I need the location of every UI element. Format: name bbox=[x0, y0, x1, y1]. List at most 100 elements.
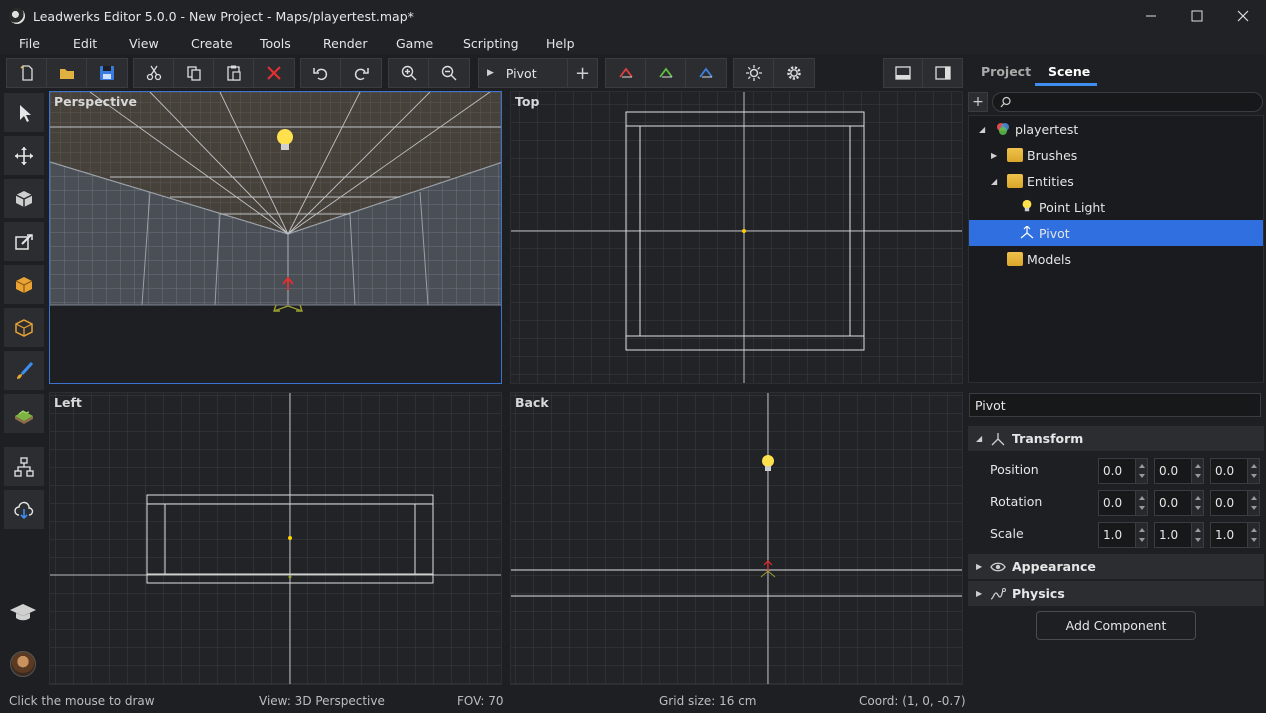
entity-type-dropdown[interactable]: ▶ Pivot + bbox=[478, 58, 598, 88]
menu-edit[interactable]: Edit bbox=[73, 36, 97, 51]
spin-arrows-icon[interactable] bbox=[1135, 491, 1147, 515]
download-button[interactable] bbox=[4, 490, 44, 530]
status-grid-size: Grid size: 16 cm bbox=[659, 694, 757, 708]
new-file-button[interactable] bbox=[7, 59, 47, 87]
redo-button[interactable] bbox=[341, 59, 381, 87]
spin-arrows-icon[interactable] bbox=[1191, 491, 1203, 515]
menu-help[interactable]: Help bbox=[546, 36, 575, 51]
vertex-tool-button[interactable] bbox=[4, 308, 44, 348]
terrain-tool-button[interactable] bbox=[4, 394, 44, 434]
add-entity-button[interactable]: + bbox=[567, 59, 597, 87]
title-bar: Leadwerks Editor 5.0.0 - New Project - M… bbox=[0, 0, 1266, 32]
zoom-in-button[interactable] bbox=[389, 59, 429, 87]
tool-strip bbox=[0, 90, 46, 690]
entity-name-input[interactable]: Pivot bbox=[969, 393, 1261, 417]
undo-icon bbox=[312, 68, 327, 81]
position-z-field[interactable]: 0.0 bbox=[1210, 458, 1260, 484]
pivot-marker-icon[interactable] bbox=[288, 575, 292, 579]
expand-arrow-icon[interactable]: ▶ bbox=[991, 151, 997, 160]
menu-tools[interactable]: Tools bbox=[260, 36, 291, 51]
edit-face-tool-button[interactable] bbox=[4, 222, 44, 262]
move-mode-button[interactable] bbox=[606, 59, 646, 87]
scale-y-field[interactable]: 1.0 bbox=[1154, 522, 1204, 548]
spin-arrows-icon[interactable] bbox=[1247, 523, 1259, 547]
scene-tree: ◢ playertest ▶ Brushes ◢ Entities Point … bbox=[968, 115, 1264, 383]
tree-item-point-light[interactable]: Point Light bbox=[969, 194, 1263, 220]
tree-item-pivot[interactable]: Pivot bbox=[969, 220, 1263, 246]
tree-label: Pivot bbox=[1039, 225, 1070, 241]
menu-game[interactable]: Game bbox=[396, 36, 433, 51]
wireframe-box-icon bbox=[15, 318, 33, 337]
position-y-field[interactable]: 0.0 bbox=[1154, 458, 1204, 484]
scale-mode-button[interactable] bbox=[686, 59, 726, 87]
rotation-z-field[interactable]: 0.0 bbox=[1210, 490, 1260, 516]
tree-item-playertest[interactable]: ◢ playertest bbox=[969, 116, 1263, 142]
delete-button[interactable] bbox=[254, 59, 294, 87]
settings-button[interactable] bbox=[774, 59, 814, 87]
user-avatar[interactable] bbox=[10, 651, 36, 677]
tab-scene[interactable]: Scene bbox=[1048, 64, 1090, 79]
pivot-icon bbox=[1020, 226, 1034, 239]
menu-render[interactable]: Render bbox=[323, 36, 368, 51]
back-viewport[interactable]: Back bbox=[510, 392, 963, 685]
spin-arrows-icon[interactable] bbox=[1191, 459, 1203, 483]
spin-arrows-icon[interactable] bbox=[1247, 491, 1259, 515]
brush-create-tool-button[interactable] bbox=[4, 265, 44, 305]
rotation-y-field[interactable]: 0.0 bbox=[1154, 490, 1204, 516]
scene-search-input[interactable] bbox=[992, 92, 1263, 112]
tutorials-button[interactable] bbox=[8, 600, 38, 624]
tab-project[interactable]: Project bbox=[981, 64, 1031, 79]
transform-section-header[interactable]: ◢ Transform bbox=[968, 426, 1264, 452]
menu-scripting[interactable]: Scripting bbox=[463, 36, 519, 51]
top-viewport[interactable]: Top bbox=[510, 91, 963, 384]
lighting-button[interactable] bbox=[734, 59, 774, 87]
collapse-arrow-icon[interactable]: ◢ bbox=[979, 125, 985, 134]
paint-tool-button[interactable] bbox=[4, 351, 44, 391]
light-marker-side-icon[interactable] bbox=[288, 536, 292, 540]
tree-item-entities[interactable]: ◢ Entities bbox=[969, 168, 1263, 194]
left-viewport[interactable]: Left bbox=[49, 392, 502, 685]
zoom-out-button[interactable] bbox=[429, 59, 469, 87]
open-file-button[interactable] bbox=[47, 59, 87, 87]
cut-button[interactable] bbox=[134, 59, 174, 87]
physics-section-header[interactable]: ▶ Physics bbox=[968, 581, 1264, 607]
menu-create[interactable]: Create bbox=[191, 36, 233, 51]
move-tool-button[interactable] bbox=[4, 136, 44, 176]
appearance-section-header[interactable]: ▶ Appearance bbox=[968, 554, 1264, 580]
light-marker-icon[interactable] bbox=[742, 229, 746, 233]
edit-toolbar-group bbox=[133, 58, 295, 88]
move-arrows-icon bbox=[15, 146, 33, 165]
tree-item-models[interactable]: Models bbox=[969, 246, 1263, 272]
scale-z-field[interactable]: 1.0 bbox=[1210, 522, 1260, 548]
undo-button[interactable] bbox=[301, 59, 341, 87]
add-scene-item-button[interactable]: + bbox=[968, 92, 988, 112]
collapse-arrow-icon[interactable]: ◢ bbox=[991, 177, 997, 186]
spin-arrows-icon[interactable] bbox=[1191, 523, 1203, 547]
minimize-button[interactable] bbox=[1128, 0, 1174, 32]
menu-file[interactable]: File bbox=[19, 36, 40, 51]
toggle-side-panel-button[interactable] bbox=[923, 59, 962, 87]
toggle-bottom-panel-button[interactable] bbox=[884, 59, 924, 87]
menu-view[interactable]: View bbox=[129, 36, 159, 51]
scene-graph-button[interactable] bbox=[4, 447, 44, 487]
spin-arrows-icon[interactable] bbox=[1135, 459, 1147, 483]
cloud-download-icon bbox=[14, 501, 34, 519]
select-tool-button[interactable] bbox=[4, 93, 44, 133]
close-button[interactable] bbox=[1220, 0, 1266, 32]
tree-item-brushes[interactable]: ▶ Brushes bbox=[969, 142, 1263, 168]
maximize-button[interactable] bbox=[1174, 0, 1220, 32]
search-icon bbox=[1000, 96, 1011, 108]
position-x-field[interactable]: 0.0 bbox=[1098, 458, 1148, 484]
spin-arrows-icon[interactable] bbox=[1135, 523, 1147, 547]
rotation-x-field[interactable]: 0.0 bbox=[1098, 490, 1148, 516]
field-value: 1.0 bbox=[1215, 528, 1235, 542]
add-component-button[interactable]: Add Component bbox=[1036, 611, 1196, 640]
rotate-mode-button[interactable] bbox=[646, 59, 686, 87]
scale-x-field[interactable]: 1.0 bbox=[1098, 522, 1148, 548]
paste-button[interactable] bbox=[214, 59, 254, 87]
save-button[interactable] bbox=[87, 59, 127, 87]
perspective-viewport[interactable]: Perspective bbox=[49, 91, 502, 384]
spin-arrows-icon[interactable] bbox=[1247, 459, 1259, 483]
object-tool-button[interactable] bbox=[4, 179, 44, 219]
copy-button[interactable] bbox=[174, 59, 214, 87]
